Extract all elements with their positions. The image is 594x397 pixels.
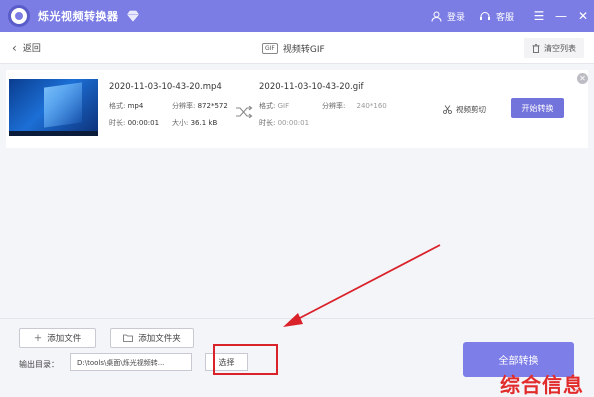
plus-icon: ＋ — [33, 334, 43, 344]
folder-icon — [123, 334, 134, 342]
source-resolution: 分辨率: 872*572 — [172, 102, 228, 110]
convert-arrow-icon — [236, 106, 253, 118]
service-label: 客服 — [495, 12, 514, 23]
menu-icon[interactable]: ☰ — [528, 9, 550, 23]
close-window-icon[interactable]: ✕ — [572, 9, 594, 23]
clear-list-button[interactable]: 清空列表 — [524, 38, 584, 58]
title-bar: 烁光视频转换器 登录 客服 ☰ — ✕ — [0, 0, 594, 32]
video-thumbnail[interactable] — [9, 79, 98, 136]
scissors-icon — [443, 105, 452, 114]
login-button[interactable]: 登录 — [431, 10, 465, 23]
choose-dir-button[interactable]: 选择 — [205, 353, 248, 371]
clear-list-label: 清空列表 — [544, 43, 576, 53]
trim-video-button[interactable]: 视频剪切 — [443, 104, 486, 115]
service-button[interactable]: 客服 — [479, 10, 514, 23]
trim-label: 视频剪切 — [456, 105, 486, 114]
add-file-label: 添加文件 — [47, 334, 82, 344]
diamond-vip-icon[interactable] — [126, 10, 139, 22]
page-title: 视频转GIF — [282, 44, 325, 55]
target-format[interactable]: 格式: GIF — [259, 101, 289, 111]
back-button[interactable]: ‹ 返回 — [12, 41, 41, 55]
nav-bar: ‹ 返回 GIF 视频转GIF 清空列表 — [0, 32, 594, 64]
back-label: 返回 — [22, 44, 41, 54]
output-dir-label: 输出目录： — [19, 360, 59, 369]
source-format: 格式: mp4 — [109, 102, 144, 110]
source-size: 大小: 36.1 kB — [172, 119, 218, 127]
login-label: 登录 — [446, 12, 465, 23]
add-file-button[interactable]: ＋ 添加文件 — [19, 328, 96, 348]
add-folder-label: 添加文件夹 — [138, 334, 181, 344]
target-resolution[interactable]: 分辨率: 240*160 — [322, 101, 387, 111]
add-folder-button[interactable]: 添加文件夹 — [110, 328, 194, 348]
gif-badge-icon: GIF — [262, 42, 278, 54]
chevron-left-icon: ‹ — [12, 40, 17, 55]
remove-item-icon[interactable]: ✕ — [577, 73, 588, 84]
watermark: 综合信息 — [500, 373, 584, 397]
app-logo-icon — [8, 5, 30, 27]
page-header: GIF 视频转GIF — [262, 32, 325, 64]
trash-icon — [532, 43, 540, 53]
minimize-icon[interactable]: — — [550, 9, 572, 23]
source-file-name: 2020-11-03-10-43-20.mp4 — [109, 82, 222, 92]
user-icon — [431, 11, 442, 22]
headset-icon — [479, 11, 490, 20]
output-path-field[interactable]: D:\tools\桌面\烁光视频转... — [70, 353, 192, 371]
source-duration: 时长: 00:00:01 — [109, 119, 160, 127]
file-list-item: 2020-11-03-10-43-20.mp4 格式: mp4 分辨率: 872… — [6, 70, 588, 148]
target-duration: 时长: 00:00:01 — [259, 119, 310, 127]
start-convert-button[interactable]: 开始转换 — [511, 98, 564, 118]
target-file-name: 2020-11-03-10-43-20.gif — [259, 82, 364, 92]
app-title: 烁光视频转换器 — [38, 10, 119, 23]
